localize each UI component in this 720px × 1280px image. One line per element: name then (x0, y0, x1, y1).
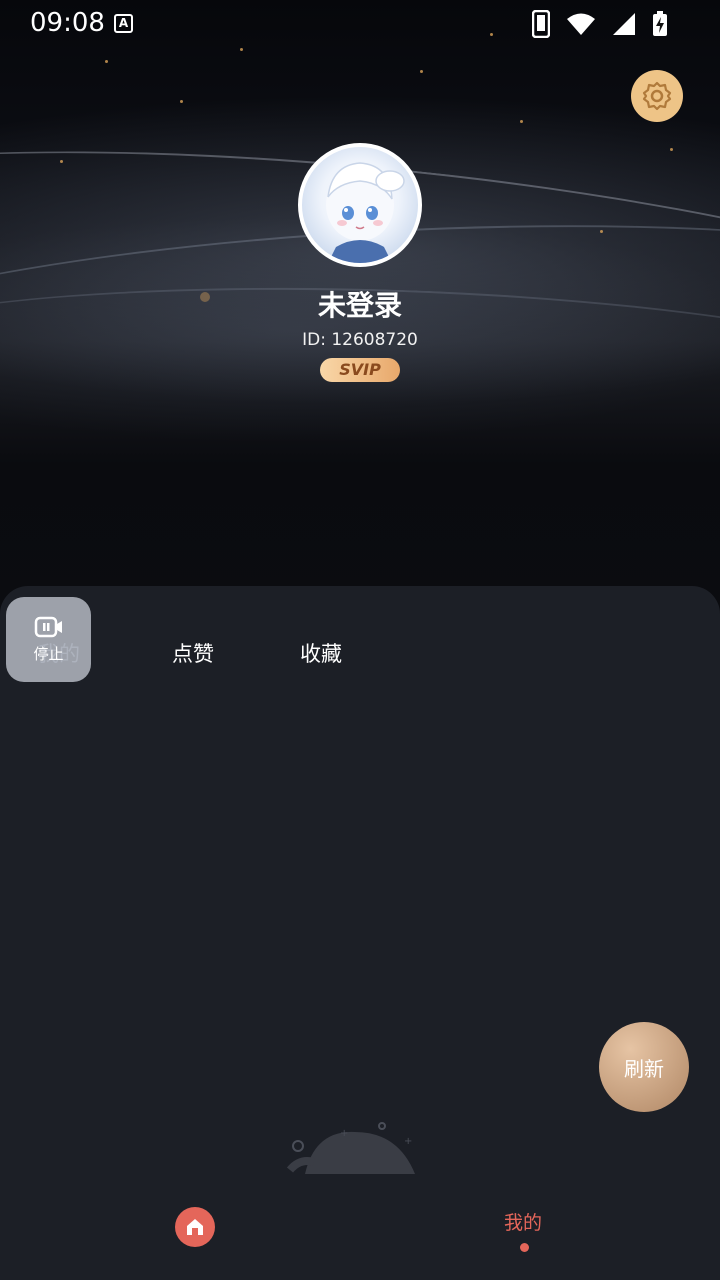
star-dot (520, 120, 523, 123)
notification-icon: A (114, 14, 133, 33)
phone-icon (532, 10, 550, 38)
star-dot (240, 48, 243, 51)
avatar[interactable] (298, 143, 422, 267)
user-id: ID: 12608720 (302, 330, 418, 350)
star-dot (105, 60, 108, 63)
anime-avatar-icon (326, 162, 405, 263)
star-dot (420, 70, 423, 73)
wifi-icon (567, 13, 595, 35)
svg-text:+: + (404, 1136, 412, 1147)
refresh-label: 刷新 (624, 1056, 664, 1081)
refresh-button[interactable]: 刷新 (599, 1022, 689, 1112)
tab-likes[interactable]: 点赞 (172, 638, 214, 668)
star-dot (180, 100, 183, 103)
nav-home-button[interactable] (175, 1207, 215, 1247)
star-dot (60, 160, 63, 163)
svip-badge[interactable]: SVIP (320, 358, 400, 382)
username[interactable]: 未登录 (0, 284, 720, 324)
stop-recording-button[interactable]: 停止 (6, 597, 91, 682)
status-time: 09:08 (30, 8, 105, 38)
star-dot (600, 230, 603, 233)
stop-label: 停止 (33, 645, 64, 663)
home-icon (187, 1219, 203, 1235)
signal-icon (613, 13, 635, 35)
empty-state-illustration: + + (286, 1122, 415, 1174)
settings-button[interactable] (631, 70, 683, 122)
battery-charging-icon (653, 11, 667, 36)
status-icons (532, 10, 668, 38)
nav-mine-tab[interactable]: 我的 (504, 1208, 542, 1235)
bottom-navigation: 我的 (0, 1174, 720, 1280)
gear-icon (642, 81, 672, 111)
tab-favorites[interactable]: 收藏 (300, 638, 342, 668)
star-dot (670, 148, 673, 151)
svg-text:+: + (340, 1128, 348, 1139)
svip-badge-label: SVIP (339, 360, 381, 379)
active-indicator-dot (520, 1243, 529, 1252)
record-stop-icon (34, 616, 62, 638)
status-bar: 09:08 A (0, 0, 720, 48)
